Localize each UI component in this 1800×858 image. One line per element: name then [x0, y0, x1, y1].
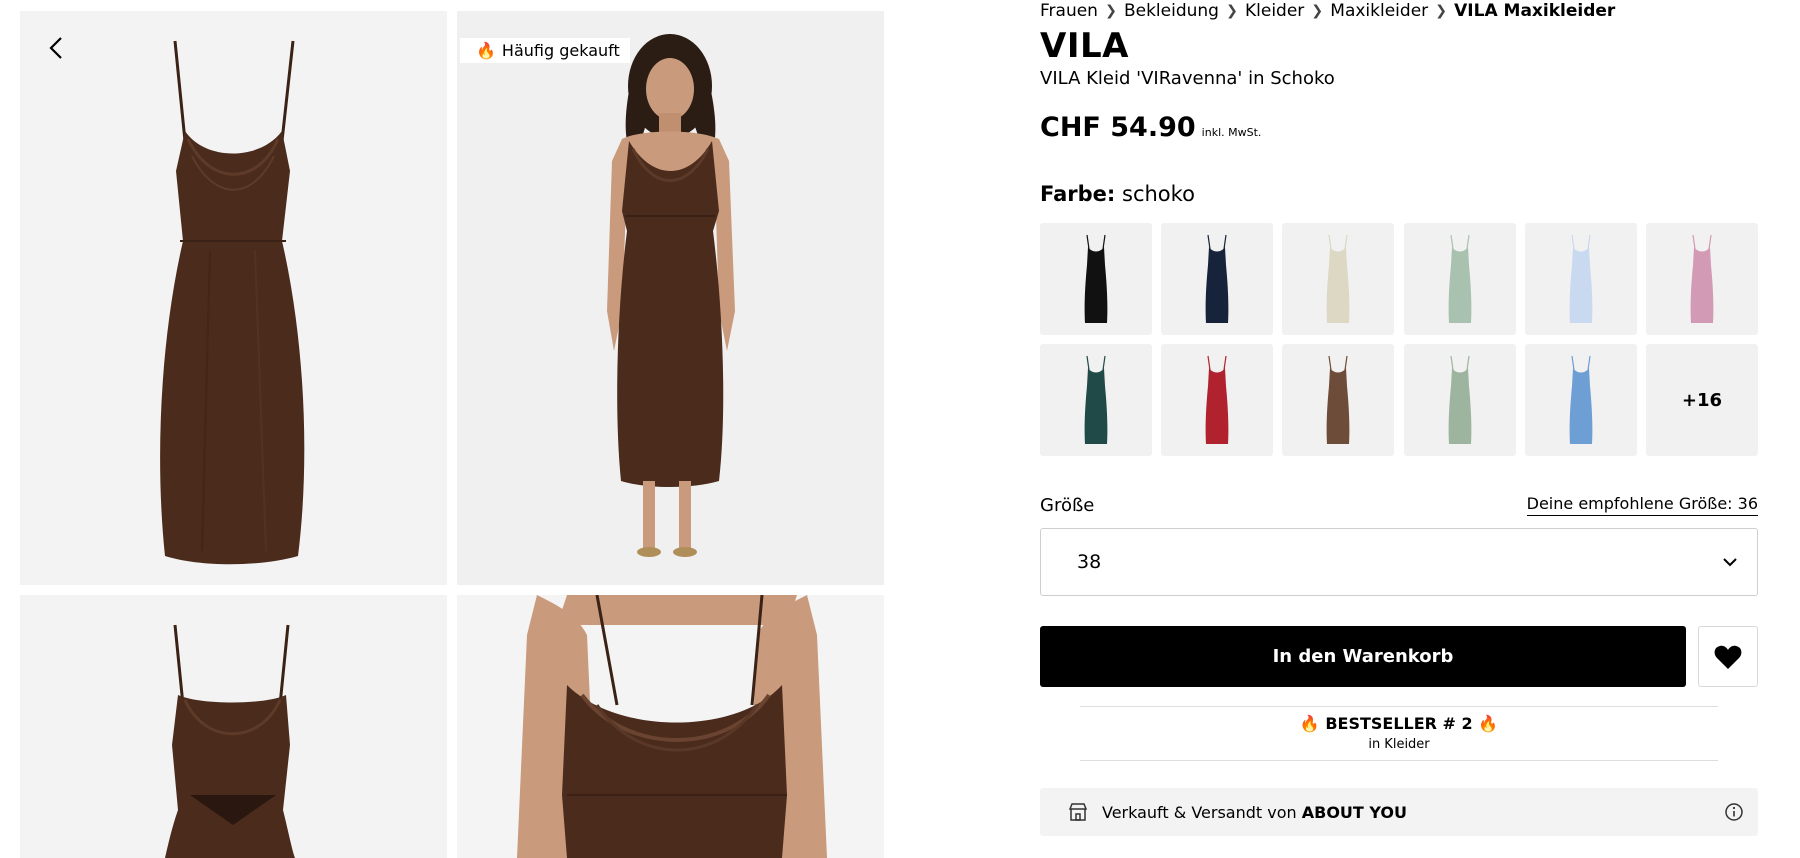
heart-icon	[1714, 645, 1742, 669]
dress-thumbnail	[1326, 355, 1350, 444]
chevron-right-icon: ❯	[1105, 3, 1117, 19]
breadcrumb: Frauen ❯ Bekleidung ❯ Kleider ❯ Maxiklei…	[1040, 0, 1758, 22]
color-swatches: +16	[1040, 223, 1758, 456]
size-selected-value: 38	[1077, 551, 1102, 573]
color-swatch[interactable]	[1524, 344, 1637, 456]
add-to-cart-button[interactable]: In den Warenkorb	[1040, 626, 1686, 687]
bestseller-subtitle: in Kleider	[1368, 737, 1430, 752]
bestseller-box: 🔥 BESTSELLER # 2 🔥 in Kleider	[1080, 706, 1718, 761]
breadcrumb-item-frauen[interactable]: Frauen	[1040, 1, 1098, 21]
color-swatch[interactable]	[1403, 223, 1516, 335]
color-swatch[interactable]	[1282, 223, 1395, 335]
chevron-right-icon: ❯	[1226, 3, 1238, 19]
price: CHF 54.90	[1040, 112, 1196, 143]
color-value: schoko	[1122, 182, 1195, 206]
dress-thumbnail	[1084, 234, 1108, 323]
color-label-title: Farbe:	[1040, 182, 1116, 206]
badge-label: Häufig gekauft	[501, 41, 620, 60]
brand-name[interactable]: VILA	[1040, 26, 1758, 66]
size-label: Größe	[1040, 494, 1095, 516]
breadcrumb-item-current[interactable]: VILA Maxikleider	[1454, 1, 1615, 21]
dress-thumbnail	[1569, 355, 1593, 444]
seller-info: Verkauft & Versandt von ABOUT YOU	[1040, 788, 1758, 836]
color-swatch[interactable]	[1161, 344, 1274, 456]
vat-note: inkl. MwSt.	[1201, 126, 1262, 139]
product-image-back[interactable]	[20, 595, 447, 858]
product-name: VILA Kleid 'VIRavenna' in Schoko	[1040, 68, 1335, 89]
size-header: Größe Deine empfohlene Größe: 36	[1040, 494, 1758, 516]
color-swatch[interactable]	[1161, 223, 1274, 335]
bestseller-title: 🔥 BESTSELLER # 2 🔥	[1299, 714, 1499, 733]
seller-text: Verkauft & Versandt von ABOUT YOU	[1102, 803, 1724, 822]
dress-thumbnail	[1326, 234, 1350, 323]
breadcrumb-item-kleider[interactable]: Kleider	[1245, 1, 1304, 21]
dress-thumbnail	[1448, 234, 1471, 323]
color-swatch[interactable]	[1524, 223, 1637, 335]
chevron-right-icon: ❯	[1435, 3, 1447, 19]
breadcrumb-item-maxikleider[interactable]: Maxikleider	[1330, 1, 1428, 21]
size-select[interactable]: 38	[1040, 528, 1758, 596]
frequently-bought-badge: 🔥 Häufig gekauft	[460, 38, 630, 63]
dress-thumbnail	[1205, 355, 1229, 444]
store-icon	[1068, 803, 1088, 821]
color-swatch[interactable]	[1282, 344, 1395, 456]
recommended-size-link[interactable]: Deine empfohlene Größe: 36	[1526, 494, 1758, 516]
color-swatch[interactable]	[1403, 344, 1516, 456]
info-icon[interactable]	[1724, 802, 1744, 822]
product-image-front[interactable]	[20, 11, 447, 585]
fire-icon: 🔥	[476, 41, 496, 60]
wishlist-button[interactable]	[1698, 626, 1758, 687]
chevron-down-icon	[1723, 558, 1737, 567]
previous-image-button[interactable]	[44, 34, 68, 62]
color-swatch[interactable]	[1040, 223, 1152, 335]
dress-thumbnail	[1690, 234, 1714, 323]
color-label: Farbe: schoko	[1040, 182, 1195, 206]
product-image-model[interactable]	[457, 11, 884, 585]
breadcrumb-item-bekleidung[interactable]: Bekleidung	[1124, 1, 1219, 21]
dress-thumbnail	[1084, 355, 1108, 444]
more-colors-button[interactable]: +16	[1645, 344, 1758, 456]
product-info-panel: Frauen ❯ Bekleidung ❯ Kleider ❯ Maxiklei…	[1040, 0, 1758, 836]
color-swatch[interactable]	[1645, 223, 1758, 335]
seller-prefix: Verkauft & Versandt von	[1102, 802, 1302, 822]
product-image-detail[interactable]	[457, 595, 884, 858]
chevron-right-icon: ❯	[1311, 3, 1324, 19]
seller-name: ABOUT YOU	[1301, 802, 1407, 822]
color-swatch[interactable]	[1040, 344, 1152, 456]
chevron-left-icon	[49, 37, 62, 59]
price-row: CHF 54.90 inkl. MwSt.	[1040, 112, 1758, 143]
dress-thumbnail	[1205, 234, 1229, 323]
dress-thumbnail	[1569, 234, 1593, 323]
dress-thumbnail	[1448, 355, 1471, 444]
